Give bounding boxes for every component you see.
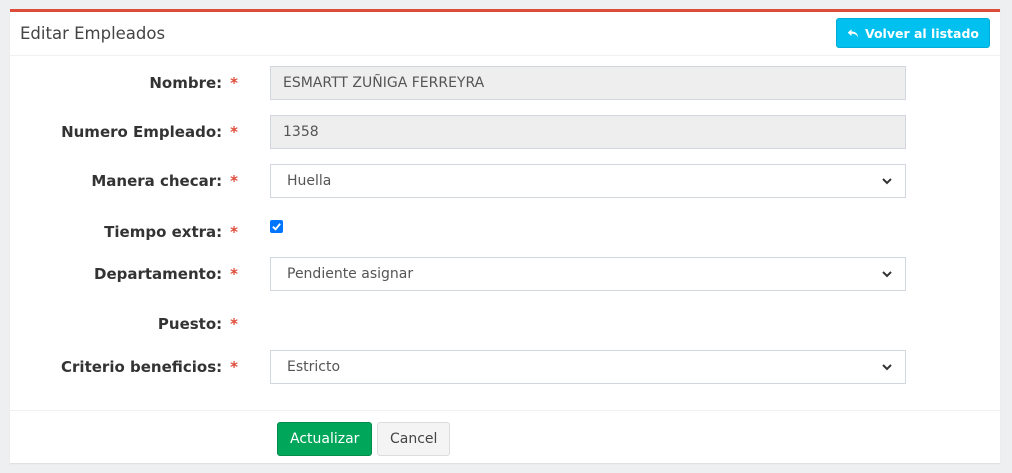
panel-header: Editar Empleados Volver al listado (10, 12, 1000, 56)
criterio-beneficios-value: Estricto (287, 359, 341, 375)
tiempo-extra-label: Tiempo extra: * (104, 215, 238, 249)
reply-icon (847, 29, 859, 38)
numero-empleado-field[interactable]: 1358 (270, 115, 906, 149)
page-title: Editar Empleados (20, 24, 166, 43)
departamento-value: Pendiente asignar (287, 266, 414, 282)
edit-employee-panel: Editar Empleados Volver al listado Nombr… (10, 9, 1000, 463)
departamento-label: Departamento: * (94, 257, 238, 291)
required-mark: * (230, 315, 238, 333)
form-row-departamento: Departamento: * Pendiente asignar (10, 257, 1000, 291)
departamento-select[interactable]: Pendiente asignar (270, 257, 906, 291)
chevron-down-icon (882, 364, 892, 371)
required-mark: * (230, 358, 238, 376)
criterio-beneficios-label: Criterio beneficios: * (61, 350, 238, 384)
manera-checar-value: Huella (287, 173, 332, 189)
puesto-label: Puesto: * (158, 307, 238, 341)
criterio-beneficios-label-text: Criterio beneficios: (61, 358, 223, 376)
tiempo-extra-checkbox[interactable] (270, 220, 283, 233)
checkmark-icon (272, 223, 281, 231)
form-row-criterio-beneficios: Criterio beneficios: * Estricto (10, 350, 1000, 384)
nombre-label-text: Nombre: (149, 74, 223, 92)
actualizar-button[interactable]: Actualizar (277, 422, 373, 456)
form-footer: Actualizar Cancel (10, 410, 1000, 466)
form-row-manera-checar: Manera checar: * Huella (10, 164, 1000, 198)
required-mark: * (230, 123, 238, 141)
nombre-value: ESMARTT ZUÑIGA FERREYRA (283, 75, 485, 91)
back-to-list-button[interactable]: Volver al listado (835, 18, 990, 48)
nombre-label: Nombre: * (149, 66, 238, 100)
back-button-label: Volver al listado (864, 25, 979, 41)
cancel-button[interactable]: Cancel (377, 422, 451, 456)
tiempo-extra-label-text: Tiempo extra: (104, 223, 223, 241)
numero-empleado-value: 1358 (283, 124, 319, 140)
required-mark: * (230, 265, 238, 283)
criterio-beneficios-select[interactable]: Estricto (270, 350, 906, 384)
required-mark: * (230, 223, 238, 241)
form-row-nombre: Nombre: * ESMARTT ZUÑIGA FERREYRA (10, 66, 1000, 100)
nombre-field[interactable]: ESMARTT ZUÑIGA FERREYRA (270, 66, 906, 100)
required-mark: * (230, 74, 238, 92)
manera-checar-label: Manera checar: * (91, 164, 238, 198)
puesto-label-text: Puesto: (157, 315, 223, 333)
form-row-numero-empleado: Numero Empleado: * 1358 (10, 115, 1000, 149)
numero-empleado-label: Numero Empleado: * (61, 115, 238, 149)
chevron-down-icon (882, 271, 892, 278)
form-row-tiempo-extra: Tiempo extra: * (10, 213, 1000, 247)
manera-checar-label-text: Manera checar: (91, 172, 223, 190)
manera-checar-select[interactable]: Huella (270, 164, 906, 198)
chevron-down-icon (882, 178, 892, 185)
numero-empleado-label-text: Numero Empleado: (61, 123, 223, 141)
required-mark: * (230, 172, 238, 190)
departamento-label-text: Departamento: (94, 265, 223, 283)
form-row-puesto: Puesto: * (10, 307, 1000, 341)
